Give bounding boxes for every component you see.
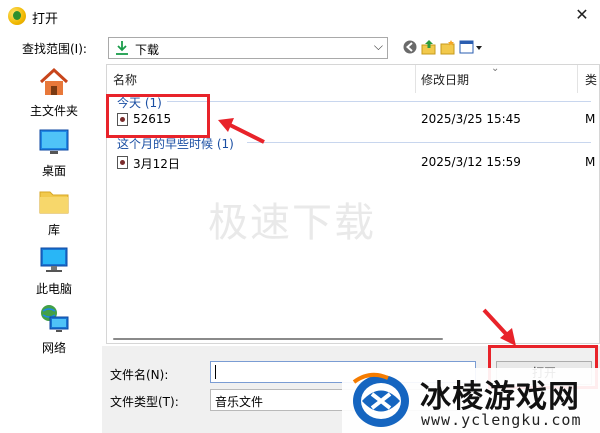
column-separator[interactable] [415, 65, 416, 93]
file-type: M [585, 112, 596, 126]
scrollbar-thumb[interactable] [113, 338, 443, 340]
site-logo-icon [352, 372, 409, 427]
filetype-value: 音乐文件 [215, 395, 264, 409]
group-divider [167, 101, 591, 102]
place-label: 库 [47, 223, 60, 237]
place-label: 网络 [41, 341, 66, 355]
lookin-value: 下载 [135, 43, 160, 57]
place-network[interactable]: 网络 [6, 301, 102, 357]
new-folder-button[interactable] [440, 39, 456, 55]
horizontal-scrollbar[interactable] [107, 335, 599, 343]
chevron-down-icon: ⌵ [373, 39, 383, 53]
annotation-box-file [106, 94, 210, 138]
view-menu-button[interactable] [459, 39, 483, 55]
file-type: M [585, 155, 596, 169]
place-label: 桌面 [41, 164, 66, 178]
filetype-label: 文件类型(T): [110, 395, 179, 409]
place-desktop[interactable]: 桌面 [6, 124, 102, 180]
lookin-label: 查找范围(I): [22, 42, 87, 56]
download-folder-icon [116, 41, 128, 55]
group-divider [247, 142, 591, 143]
site-logo-name: 冰棱游戏网 [420, 379, 580, 415]
file-modified: 2025/3/25 15:45 [421, 112, 521, 126]
computer-icon [40, 247, 68, 272]
filename-label: 文件名(N): [110, 368, 169, 382]
annotation-arrow-icon [482, 308, 516, 346]
open-file-dialog: 打开 ✕ 查找范围(I): 下载 ⌵ 主文件夹 桌面 库 此电脑 网络 名称 修… [0, 0, 600, 433]
dialog-title: 打开 [32, 12, 59, 27]
text-caret [215, 365, 216, 379]
desktop-icon [39, 129, 69, 154]
title-bar: 打开 ✕ [0, 0, 600, 32]
column-header-type[interactable]: 类 [585, 71, 597, 99]
app-icon [8, 7, 26, 25]
site-logo-url: www.yclengku.com [421, 411, 582, 429]
file-name: 3月12日 [133, 157, 180, 171]
annotation-arrow-icon [218, 118, 265, 144]
back-button[interactable] [402, 39, 418, 55]
place-library[interactable]: 库 [6, 183, 102, 239]
network-icon [41, 305, 69, 332]
library-folder-icon [39, 191, 69, 214]
lookin-dropdown[interactable]: 下载 ⌵ [108, 37, 388, 59]
audio-file-icon [117, 156, 128, 169]
place-label: 主文件夹 [29, 104, 78, 118]
close-button[interactable]: ✕ [568, 2, 596, 28]
file-modified: 2025/3/12 15:59 [421, 155, 521, 169]
sort-indicator-icon: ⌄ [491, 64, 500, 74]
place-this-pc[interactable]: 此电脑 [6, 242, 102, 298]
column-header-modified[interactable]: 修改日期 [421, 71, 469, 99]
place-label: 此电脑 [35, 282, 72, 296]
home-icon [39, 67, 69, 95]
place-home[interactable]: 主文件夹 [6, 64, 102, 120]
column-separator[interactable] [577, 65, 578, 93]
places-bar: 主文件夹 桌面 库 此电脑 网络 [6, 64, 102, 369]
watermark-text: 极速下载 [208, 200, 376, 246]
up-folder-button[interactable] [421, 39, 437, 55]
